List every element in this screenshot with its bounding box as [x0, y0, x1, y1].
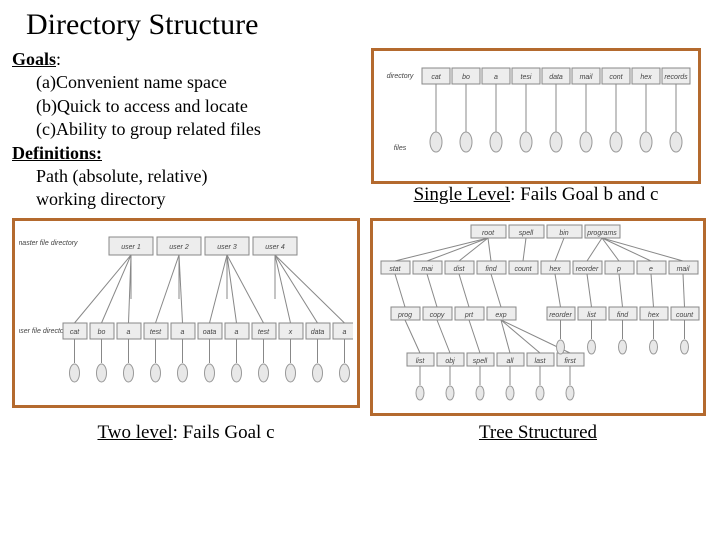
svg-text:hex: hex [640, 74, 652, 81]
svg-text:prog: prog [397, 312, 412, 319]
svg-text:test: test [258, 329, 270, 336]
svg-text:find: find [617, 312, 629, 319]
goal-a: (a)Convenient name space [12, 71, 352, 94]
svg-text:user 2: user 2 [169, 244, 189, 251]
svg-text:mai: mai [421, 266, 433, 273]
svg-text:count: count [514, 266, 532, 273]
user-file-label: user file directory [19, 328, 70, 335]
svg-text:data: data [549, 74, 563, 81]
svg-text:test: test [150, 329, 162, 336]
single-level-figure: directory cat bo a tesi data mail cont hex recor… [371, 48, 701, 184]
svg-text:list: list [587, 312, 597, 319]
svg-text:copy: copy [430, 312, 445, 319]
svg-text:mail: mail [580, 74, 593, 81]
tree-diagram: root spell bin programs stat mai dist find coun… [375, 221, 701, 413]
two-level-diagram: master file directory user 1 user 2 user 3… [19, 223, 353, 403]
files-label: files [394, 145, 407, 152]
svg-text:a: a [343, 329, 347, 336]
two-level-caption: Two level: Fails Goal c [97, 422, 274, 444]
definitions-heading: Definitions: [12, 143, 102, 163]
text-column: Goals: (a)Convenient name space (b)Quick… [12, 48, 352, 212]
svg-text:a: a [494, 74, 498, 81]
svg-text:cont: cont [609, 74, 623, 81]
dir-label: directory [387, 73, 414, 80]
svg-text:a: a [127, 329, 131, 336]
page-title: Directory Structure [12, 8, 708, 42]
svg-text:prt: prt [464, 312, 474, 319]
svg-text:reorder: reorder [549, 312, 572, 319]
goals-heading: Goals [12, 49, 56, 69]
svg-text:count: count [676, 312, 694, 319]
svg-text:dist: dist [454, 266, 466, 273]
svg-text:reorder: reorder [576, 266, 599, 273]
tree-figure: root spell bin programs stat mai dist find coun… [370, 218, 706, 416]
goal-b: (b)Quick to access and locate [12, 95, 352, 118]
definition-path: Path (absolute, relative) [12, 165, 352, 188]
svg-text:all: all [506, 358, 513, 365]
two-level-figure: master file directory user 1 user 2 user 3… [12, 218, 360, 408]
svg-text:e: e [649, 266, 653, 273]
master-label: master file directory [19, 240, 78, 247]
svg-text:hex: hex [648, 312, 660, 319]
tree-caption: Tree Structured [479, 422, 597, 444]
single-level-diagram: directory cat bo a tesi data mail cont hex recor… [378, 54, 694, 178]
svg-text:records: records [664, 74, 688, 81]
svg-text:bo: bo [462, 74, 470, 81]
svg-text:bin: bin [559, 230, 568, 237]
svg-text:x: x [288, 329, 293, 336]
svg-text:cat: cat [70, 329, 80, 336]
svg-text:a: a [235, 329, 239, 336]
svg-text:stat: stat [389, 266, 401, 273]
svg-text:user 1: user 1 [121, 244, 141, 251]
svg-text:hex: hex [549, 266, 561, 273]
svg-text:tesi: tesi [521, 74, 532, 81]
svg-text:obj: obj [445, 358, 455, 365]
svg-text:exp: exp [495, 312, 506, 319]
svg-text:p: p [616, 266, 621, 273]
svg-text:user 3: user 3 [217, 244, 237, 251]
svg-text:a: a [181, 329, 185, 336]
svg-text:first: first [564, 358, 576, 365]
single-level-caption: Single Level: Fails Goal b and c [414, 184, 659, 206]
svg-text:mail: mail [677, 266, 690, 273]
svg-text:user 4: user 4 [265, 244, 285, 251]
svg-text:cat: cat [431, 74, 441, 81]
svg-text:data: data [311, 329, 325, 336]
definition-cwd: working directory [12, 188, 352, 211]
svg-text:oata: oata [203, 329, 217, 336]
svg-text:root: root [482, 230, 495, 237]
svg-text:list: list [416, 358, 426, 365]
svg-text:spell: spell [473, 358, 488, 365]
svg-text:programs: programs [586, 230, 617, 237]
svg-text:bo: bo [98, 329, 106, 336]
goal-c: (c)Ability to group related files [12, 118, 352, 141]
svg-text:spell: spell [519, 230, 534, 237]
svg-text:find: find [485, 266, 497, 273]
svg-text:last: last [535, 358, 547, 365]
